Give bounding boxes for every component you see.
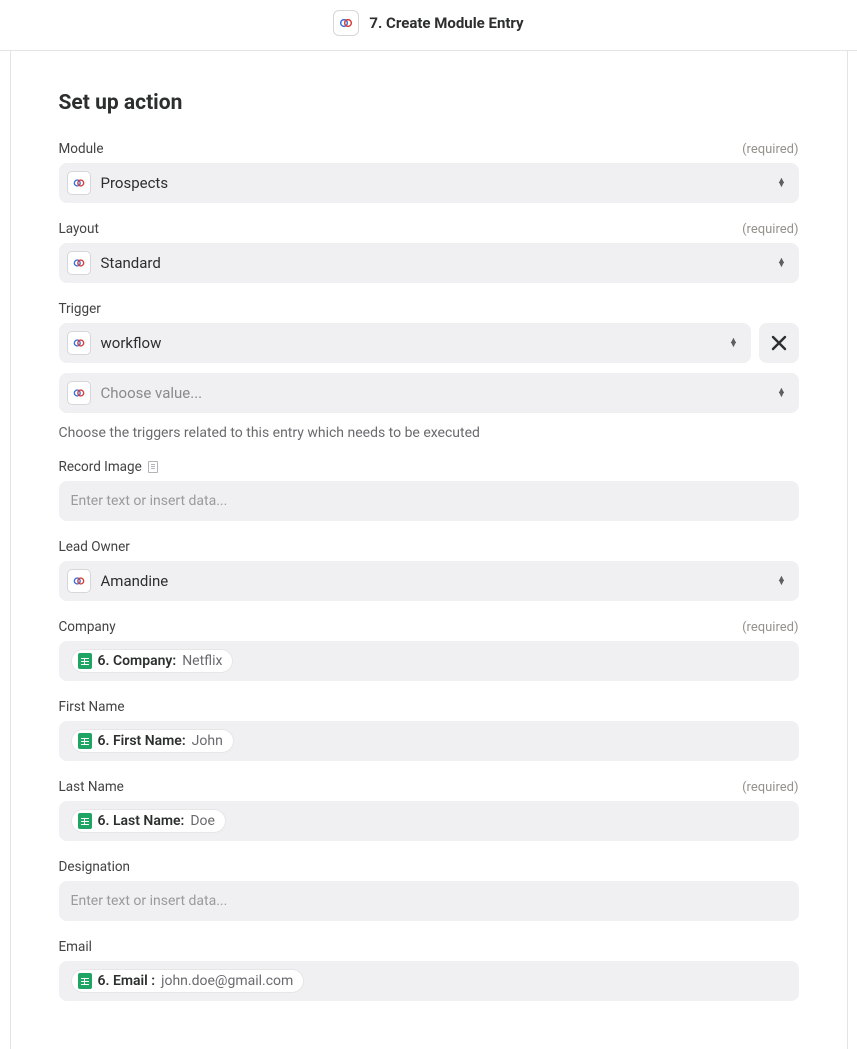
field-designation: Designation Enter text or insert data... bbox=[59, 859, 799, 921]
trigger-select[interactable]: workflow ▲▼ bbox=[59, 323, 751, 363]
trigger-add-select[interactable]: Choose value... ▲▼ bbox=[59, 373, 799, 413]
chevron-updown-icon: ▲▼ bbox=[777, 259, 787, 267]
close-icon bbox=[771, 335, 787, 351]
sheets-icon bbox=[78, 813, 92, 829]
lead-owner-value: Amandine bbox=[101, 572, 767, 590]
lead-owner-select[interactable]: Amandine ▲▼ bbox=[59, 561, 799, 601]
section-title: Set up action bbox=[59, 91, 799, 115]
trigger-remove-button[interactable] bbox=[759, 323, 799, 363]
field-last-name: Last Name (required) 6. Last Name: Doe bbox=[59, 779, 799, 841]
zoho-icon bbox=[67, 251, 91, 275]
zoho-icon bbox=[67, 171, 91, 195]
trigger-value: workflow bbox=[101, 334, 719, 352]
first-name-input[interactable]: 6. First Name: John bbox=[59, 721, 799, 761]
chevron-updown-icon: ▲▼ bbox=[729, 339, 739, 347]
first-name-pill[interactable]: 6. First Name: John bbox=[71, 729, 234, 753]
zoho-icon bbox=[67, 331, 91, 355]
chevron-updown-icon: ▲▼ bbox=[777, 577, 787, 585]
field-record-image: Record Image Enter text or insert data..… bbox=[59, 459, 799, 521]
module-value: Prospects bbox=[101, 174, 767, 192]
record-image-label: Record Image bbox=[59, 459, 158, 475]
trigger-label: Trigger bbox=[59, 301, 101, 317]
zoho-icon bbox=[67, 381, 91, 405]
step-title: 7. Create Module Entry bbox=[369, 14, 523, 32]
field-email: Email 6. Email : john.doe@gmail.com bbox=[59, 939, 799, 1001]
sheets-icon bbox=[78, 653, 92, 669]
document-icon bbox=[148, 461, 158, 473]
designation-placeholder: Enter text or insert data... bbox=[71, 893, 228, 909]
field-layout: Layout (required) Standard ▲▼ bbox=[59, 221, 799, 283]
module-required: (required) bbox=[742, 142, 798, 157]
sheets-icon bbox=[78, 733, 92, 749]
company-label: Company bbox=[59, 619, 116, 635]
trigger-helper: Choose the triggers related to this entr… bbox=[59, 425, 799, 441]
record-image-input[interactable]: Enter text or insert data... bbox=[59, 481, 799, 521]
field-trigger: Trigger workflow ▲▼ bbox=[59, 301, 799, 441]
company-input[interactable]: 6. Company: Netflix bbox=[59, 641, 799, 681]
zoho-app-icon bbox=[333, 10, 359, 36]
chevron-updown-icon: ▲▼ bbox=[777, 179, 787, 187]
company-required: (required) bbox=[742, 620, 798, 635]
email-label: Email bbox=[59, 939, 92, 955]
email-pill[interactable]: 6. Email : john.doe@gmail.com bbox=[71, 969, 305, 993]
record-image-placeholder: Enter text or insert data... bbox=[71, 493, 228, 509]
sheets-icon bbox=[78, 973, 92, 989]
layout-required: (required) bbox=[742, 222, 798, 237]
layout-label: Layout bbox=[59, 221, 99, 237]
field-company: Company (required) 6. Company: Netflix bbox=[59, 619, 799, 681]
designation-label: Designation bbox=[59, 859, 131, 875]
designation-input[interactable]: Enter text or insert data... bbox=[59, 881, 799, 921]
module-label: Module bbox=[59, 141, 104, 157]
first-name-label: First Name bbox=[59, 699, 125, 715]
email-input[interactable]: 6. Email : john.doe@gmail.com bbox=[59, 961, 799, 1001]
last-name-input[interactable]: 6. Last Name: Doe bbox=[59, 801, 799, 841]
zoho-icon bbox=[67, 569, 91, 593]
last-name-label: Last Name bbox=[59, 779, 124, 795]
field-module: Module (required) Prospects ▲▼ bbox=[59, 141, 799, 203]
setup-panel: Set up action Module (required) Prospect… bbox=[10, 51, 848, 1049]
field-lead-owner: Lead Owner Amandine ▲▼ bbox=[59, 539, 799, 601]
lead-owner-label: Lead Owner bbox=[59, 539, 130, 555]
company-pill[interactable]: 6. Company: Netflix bbox=[71, 649, 234, 673]
last-name-required: (required) bbox=[742, 780, 798, 795]
chevron-updown-icon: ▲▼ bbox=[777, 389, 787, 397]
layout-value: Standard bbox=[101, 254, 767, 272]
step-header: 7. Create Module Entry bbox=[0, 0, 857, 51]
trigger-placeholder: Choose value... bbox=[101, 384, 767, 402]
field-first-name: First Name 6. First Name: John bbox=[59, 699, 799, 761]
layout-select[interactable]: Standard ▲▼ bbox=[59, 243, 799, 283]
module-select[interactable]: Prospects ▲▼ bbox=[59, 163, 799, 203]
last-name-pill[interactable]: 6. Last Name: Doe bbox=[71, 809, 226, 833]
